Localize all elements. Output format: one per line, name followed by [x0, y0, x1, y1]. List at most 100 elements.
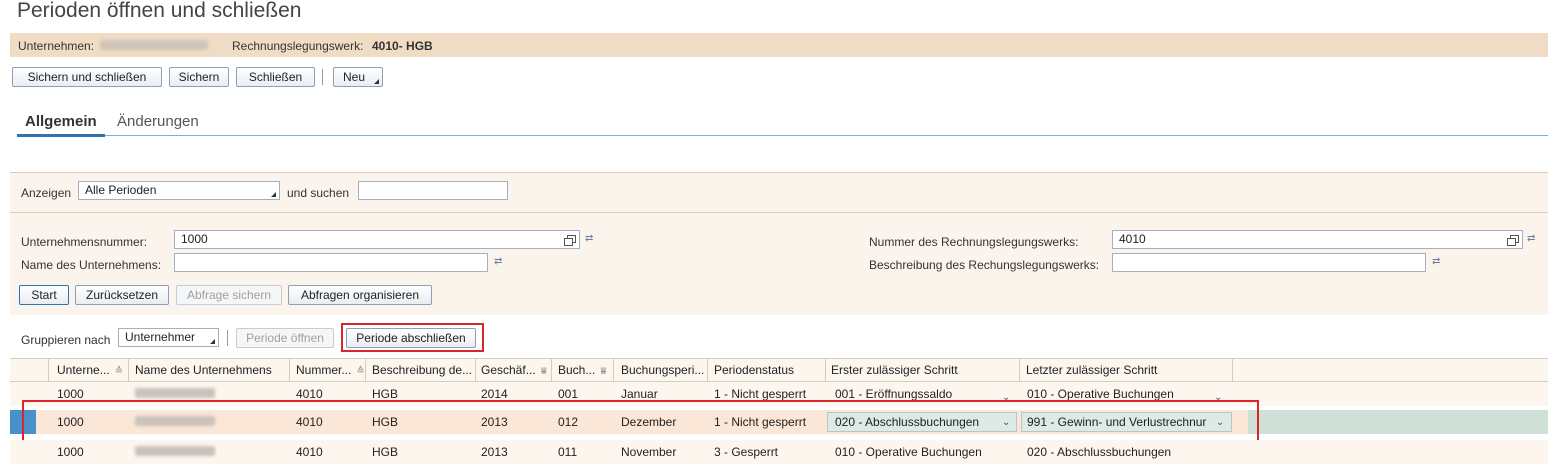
company-number-input[interactable]: 1000 [174, 230, 580, 249]
value-help-icon[interactable] [1507, 235, 1519, 246]
search-input[interactable] [358, 181, 508, 200]
column-separator [825, 359, 826, 381]
show-select[interactable]: Alle Perioden [78, 181, 280, 200]
column-header[interactable]: Geschäf... ⩸ [481, 363, 547, 377]
save-and-close-button[interactable]: Sichern und schließen [12, 67, 162, 87]
context-bar: Unternehmen: Rechnungslegungswerk: 4010-… [10, 33, 1548, 57]
company-name-redacted [135, 446, 215, 456]
ledger-value: 4010- HGB [372, 39, 433, 53]
open-period-button[interactable]: Periode öffnen [236, 328, 334, 348]
cell-first-step[interactable]: 001 - Eröffnungssaldo [835, 387, 952, 401]
sort-icon: ≙ [356, 366, 365, 377]
ledger-number-input[interactable]: 4010 [1112, 230, 1523, 249]
column-separator [128, 359, 129, 381]
column-header[interactable]: Beschreibung de... [372, 363, 472, 377]
start-button[interactable]: Start [19, 285, 69, 305]
column-header-label: Buch... [558, 363, 596, 377]
filter-icon: ⩸ [540, 366, 547, 377]
ledger-number-label: Nummer des Rechnungslegungswerks: [869, 235, 1079, 249]
cell-ledger-desc: HGB [372, 445, 399, 459]
save-button[interactable]: Sichern [169, 67, 229, 87]
organize-queries-button[interactable]: Abfragen organisieren [288, 285, 432, 305]
cell-company-number: 1000 [57, 445, 84, 459]
dropdown-arrow-icon [374, 79, 379, 84]
dropdown-arrow-icon [210, 339, 215, 344]
cell-period: 001 [558, 387, 579, 401]
column-separator [1232, 359, 1233, 381]
column-header[interactable]: Buch... ⩸ [558, 363, 606, 377]
company-name-redacted [135, 388, 215, 398]
link-icon[interactable]: ⇄ [585, 233, 593, 244]
filter-icon: ⩸ [600, 366, 607, 377]
group-by-label: Gruppieren nach [21, 333, 111, 347]
company-number-label: Unternehmensnummer: [21, 235, 148, 249]
column-separator [707, 359, 708, 381]
company-name-redacted [100, 40, 208, 50]
cell-last-step[interactable]: 020 - Abschlussbuchungen [1027, 445, 1171, 459]
column-separator [1019, 359, 1020, 381]
column-separator [289, 359, 290, 381]
table-row[interactable]: 1000 4010 HGB 2013 011 November 3 - Gesp… [10, 440, 1548, 464]
highlight-close-period [341, 323, 484, 352]
tab-general[interactable]: Allgemein [25, 113, 97, 130]
column-separator [475, 359, 476, 381]
ledger-desc-label: Beschreibung des Rechungslegungswerks: [869, 258, 1100, 272]
active-tab-indicator [17, 134, 105, 137]
ledger-desc-input[interactable] [1112, 253, 1426, 272]
tab-divider [17, 135, 1548, 136]
ledger-number-value: 4010 [1119, 232, 1146, 246]
cell-fiscal-year: 2013 [481, 445, 508, 459]
tab-changes[interactable]: Änderungen [117, 113, 199, 130]
value-help-icon[interactable] [564, 235, 576, 246]
cell-period: 011 [558, 445, 578, 459]
column-header[interactable]: Name des Unternehmens [135, 363, 272, 377]
cell-status: 3 - Gesperrt [714, 445, 779, 459]
link-icon[interactable]: ⇄ [1432, 256, 1440, 267]
new-menu-button[interactable]: Neu [333, 67, 383, 87]
close-button[interactable]: Schließen [236, 67, 315, 87]
cell-ledger-number: 4010 [296, 445, 323, 459]
cell-first-step[interactable]: 010 - Operative Buchungen [835, 445, 982, 459]
column-header-label: Unterne... [57, 363, 110, 377]
cell-ledger-number: 4010 [296, 387, 323, 401]
highlight-selected-row [22, 400, 1259, 442]
show-select-value: Alle Perioden [85, 183, 157, 197]
cell-period-name: November [621, 445, 677, 459]
cell-fiscal-year: 2014 [481, 387, 508, 401]
company-name-label: Name des Unternehmens: [21, 258, 162, 272]
company-label: Unternehmen: [18, 39, 95, 53]
column-header[interactable]: Periodenstatus [714, 363, 794, 377]
page-title: Perioden öffnen und schließen [17, 0, 302, 22]
show-label: Anzeigen [21, 186, 72, 200]
company-name-input[interactable] [174, 253, 488, 272]
column-header-label: Geschäf... [481, 363, 536, 377]
table-header: Unterne... ≙ Name des Unternehmens Nummer… [10, 358, 1548, 382]
column-header[interactable]: Unterne... ≙ [57, 363, 123, 377]
group-by-select[interactable]: Unternehmer [118, 328, 219, 347]
column-separator [48, 359, 49, 381]
reset-button[interactable]: Zurücksetzen [75, 285, 169, 305]
group-by-value: Unternehmer [125, 330, 196, 344]
column-header[interactable]: Nummer... ≙ [296, 363, 365, 377]
column-separator [613, 359, 614, 381]
column-separator [365, 359, 366, 381]
column-header[interactable]: Buchungsperi... [621, 363, 704, 377]
column-header[interactable]: Erster zulässiger Schritt [831, 363, 958, 377]
cell-period-name: Januar [621, 387, 658, 401]
search-label: und suchen [287, 186, 350, 200]
cell-ledger-desc: HGB [372, 387, 399, 401]
company-number-value: 1000 [181, 232, 208, 246]
column-header-label: Nummer... [296, 363, 352, 377]
cell-last-step[interactable]: 010 - Operative Buchungen [1027, 387, 1174, 401]
toolbar-separator [227, 330, 228, 346]
dropdown-arrow-icon [271, 192, 276, 197]
sort-icon: ≙ [114, 366, 124, 377]
ledger-label: Rechnungslegungswerk: [232, 39, 364, 53]
cell-status: 1 - Nicht gesperrt [714, 387, 807, 401]
column-header[interactable]: Letzter zulässiger Schritt [1026, 363, 1157, 377]
link-icon[interactable]: ⇄ [1527, 233, 1535, 244]
save-query-button[interactable]: Abfrage sichern [176, 285, 282, 305]
toolbar-separator [322, 69, 323, 85]
new-label: Neu [343, 70, 366, 84]
link-icon[interactable]: ⇄ [494, 256, 502, 267]
